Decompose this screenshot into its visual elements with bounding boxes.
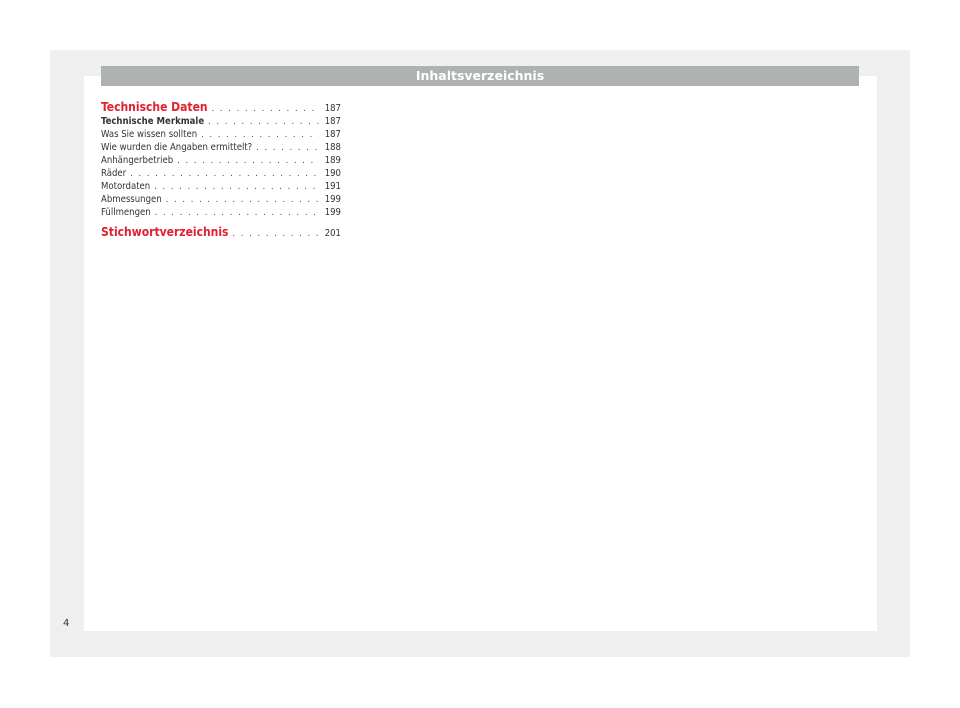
toc-entry-motordaten[interactable]: Motordaten 191 xyxy=(101,180,341,193)
toc-page-number: 187 xyxy=(324,103,341,114)
toc-leader-dots xyxy=(130,168,319,180)
table-of-contents: Technische Daten 187 Technische Merkmale… xyxy=(101,99,341,240)
toc-entry-label: Was Sie wissen sollten xyxy=(101,129,198,140)
toc-entry-abmessungen[interactable]: Abmessungen 199 xyxy=(101,193,341,206)
toc-entry-label: Räder xyxy=(101,168,127,179)
toc-entry-anhaengerbetrieb[interactable]: Anhängerbetrieb 189 xyxy=(101,154,341,167)
toc-entry-label: Wie wurden die Angaben ermittelt? xyxy=(101,142,253,153)
toc-entry-label: Technische Merkmale xyxy=(101,116,205,127)
toc-leader-dots xyxy=(201,129,319,141)
toc-leader-dots xyxy=(155,207,319,219)
toc-entry-label: Motordaten xyxy=(101,181,151,192)
toc-chapter-stichwortverzeichnis[interactable]: Stichwortverzeichnis 201 xyxy=(101,224,341,240)
toc-leader-dots xyxy=(154,181,319,193)
toc-page-number: 187 xyxy=(324,129,341,140)
toc-chapter-technische-daten[interactable]: Technische Daten 187 xyxy=(101,99,341,115)
toc-leader-dots xyxy=(233,226,320,240)
page-number: 4 xyxy=(63,618,70,629)
page-header: Inhaltsverzeichnis xyxy=(101,66,859,86)
toc-leader-dots xyxy=(212,101,319,115)
toc-page-number: 190 xyxy=(324,168,341,179)
toc-entry-was-sie-wissen-sollten[interactable]: Was Sie wissen sollten 187 xyxy=(101,128,341,141)
toc-leader-dots xyxy=(256,142,319,154)
toc-entry-fuellmengen[interactable]: Füllmengen 199 xyxy=(101,206,341,219)
toc-page-number: 199 xyxy=(324,194,341,205)
toc-page-number: 201 xyxy=(324,228,341,239)
toc-page-number: 199 xyxy=(324,207,341,218)
toc-leader-dots xyxy=(177,155,319,167)
toc-leader-dots xyxy=(166,194,319,206)
toc-page-number: 187 xyxy=(324,116,341,127)
toc-page-number: 191 xyxy=(324,181,341,192)
toc-page-number: 189 xyxy=(324,155,341,166)
toc-entry-label: Füllmengen xyxy=(101,207,151,218)
toc-entry-technische-merkmale[interactable]: Technische Merkmale 187 xyxy=(101,115,341,128)
toc-chapter-label: Stichwortverzeichnis xyxy=(101,225,229,239)
toc-page-number: 188 xyxy=(324,142,341,153)
toc-chapter-label: Technische Daten xyxy=(101,100,208,114)
toc-entry-label: Anhängerbetrieb xyxy=(101,155,174,166)
toc-entry-label: Abmessungen xyxy=(101,194,162,205)
toc-entry-raeder[interactable]: Räder 190 xyxy=(101,167,341,180)
toc-entry-angaben-ermittelt[interactable]: Wie wurden die Angaben ermittelt? 188 xyxy=(101,141,341,154)
toc-leader-dots xyxy=(208,116,319,128)
